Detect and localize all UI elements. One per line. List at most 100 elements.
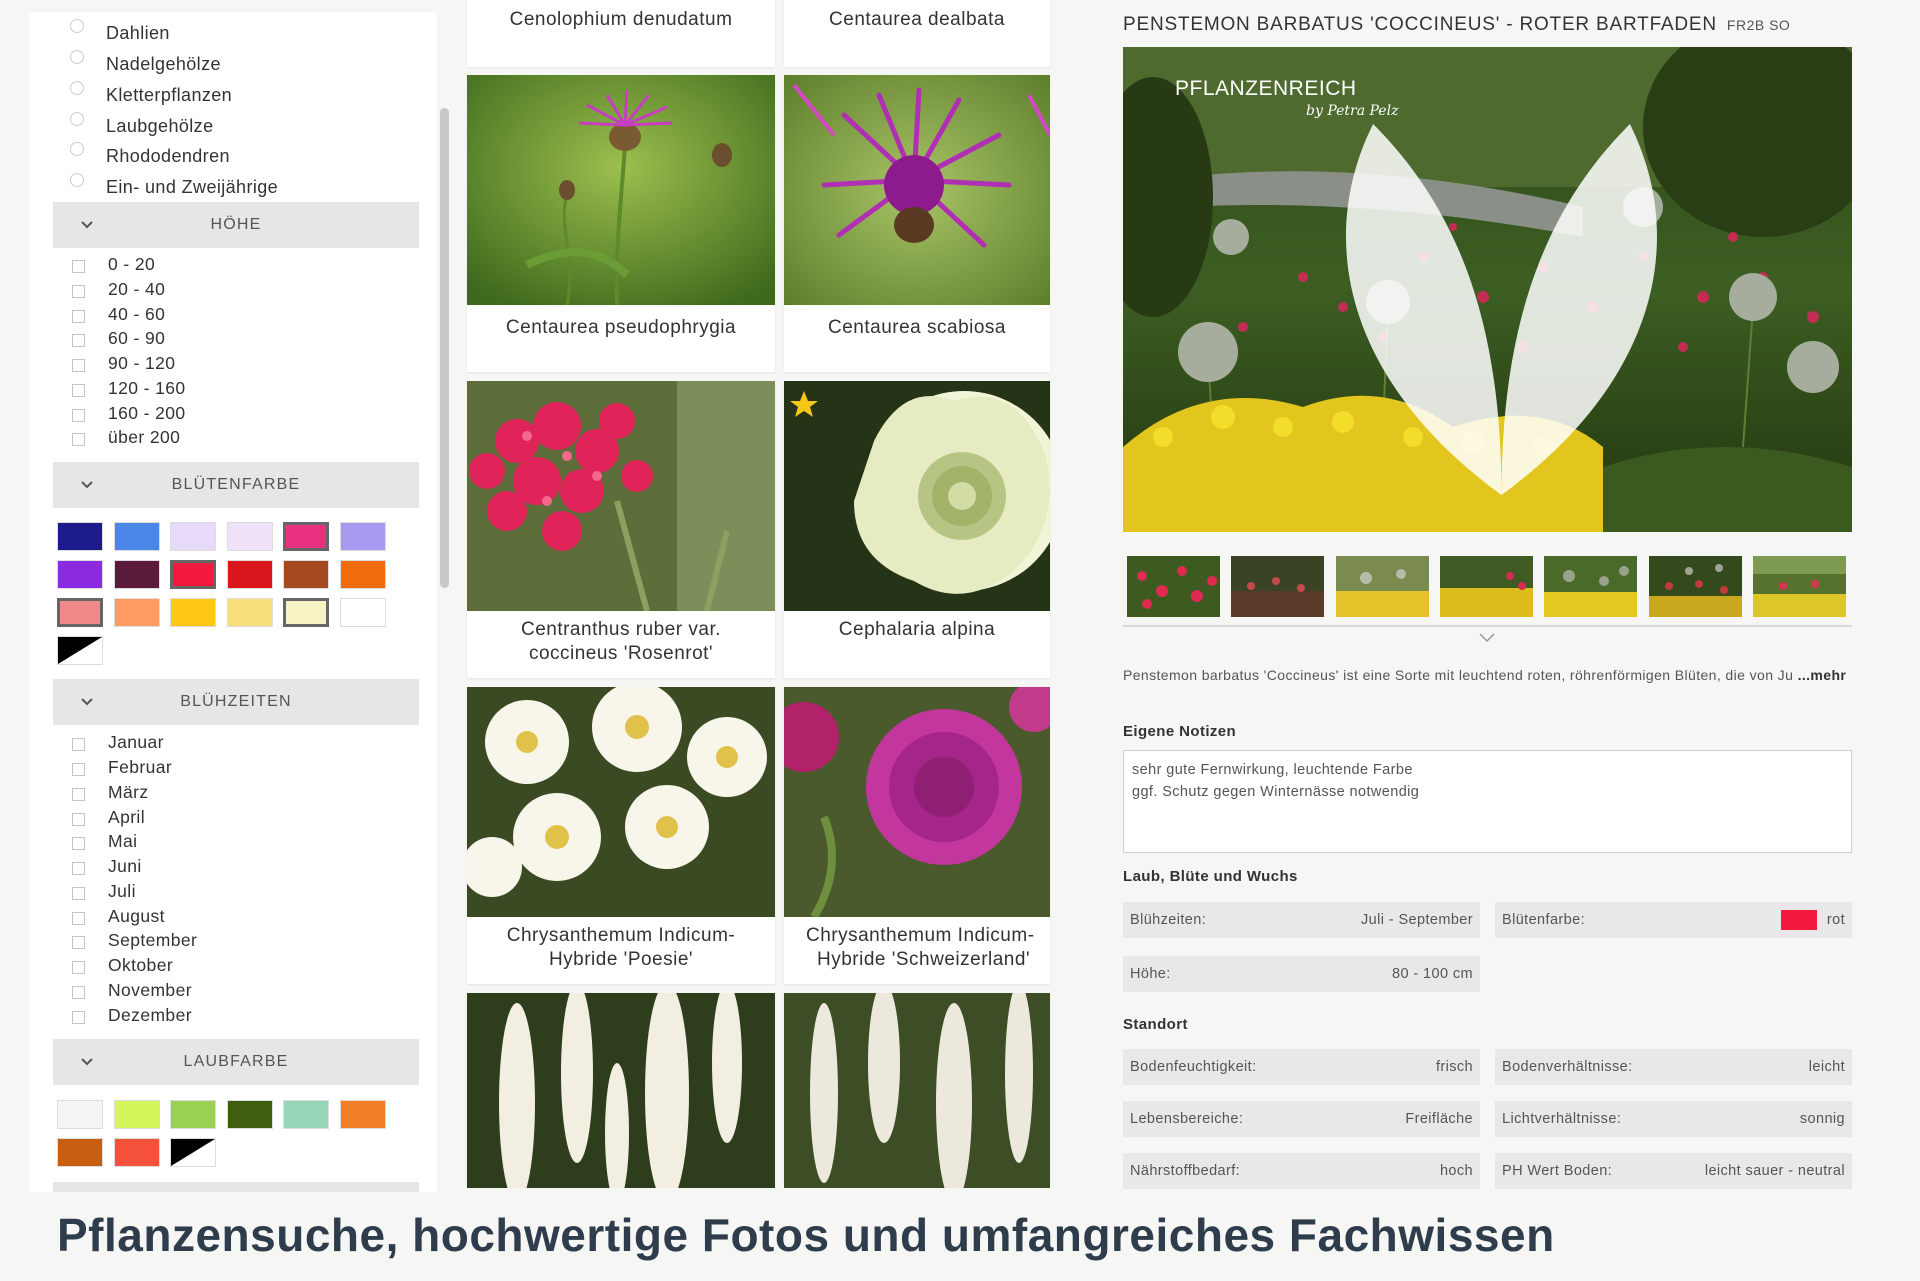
bloom-color-swatch[interactable] — [113, 522, 160, 551]
checkbox[interactable] — [72, 763, 85, 776]
bloom-color-swatch[interactable] — [170, 598, 216, 627]
month-option[interactable]: Februar — [72, 755, 172, 780]
checkbox[interactable] — [72, 961, 85, 974]
checkbox[interactable] — [72, 738, 85, 751]
month-option[interactable]: Januar — [72, 730, 164, 755]
height-option[interactable]: 60 - 90 — [72, 326, 165, 351]
checkbox[interactable] — [72, 837, 85, 850]
photo-thumbnail[interactable] — [1127, 556, 1220, 617]
plant-card[interactable]: Cenolophium denudatum — [467, 0, 775, 67]
swatch-black-white[interactable] — [170, 1138, 216, 1167]
height-option[interactable]: 120 - 160 — [72, 376, 186, 401]
plant-card[interactable]: Chrysanthemum Indicum- Hybride 'Poesie' — [467, 687, 775, 984]
checkbox[interactable] — [72, 285, 85, 298]
photo-thumbnail[interactable] — [1440, 556, 1533, 617]
checkbox[interactable] — [72, 433, 85, 446]
filter-option-dahlien[interactable]: Dahlien — [70, 18, 170, 48]
checkbox[interactable] — [72, 862, 85, 875]
chevron-down-icon[interactable] — [1478, 631, 1496, 645]
height-option[interactable]: 160 - 200 — [72, 401, 186, 426]
checkbox[interactable] — [72, 813, 85, 826]
filter-option-nadelgehoelze[interactable]: Nadelgehölze — [70, 49, 221, 79]
month-option[interactable]: Juni — [72, 854, 142, 879]
leaf-color-swatch[interactable] — [113, 1138, 160, 1167]
month-option[interactable]: Mai — [72, 829, 137, 854]
month-option[interactable]: Oktober — [72, 953, 173, 978]
radio-button[interactable] — [70, 112, 84, 126]
checkbox[interactable] — [72, 409, 85, 422]
month-option[interactable]: September — [72, 928, 197, 953]
checkbox[interactable] — [72, 936, 85, 949]
section-header-height[interactable]: HÖHE — [53, 202, 419, 248]
month-option[interactable]: November — [72, 978, 192, 1003]
month-option[interactable]: August — [72, 904, 165, 929]
leaf-color-swatch[interactable] — [113, 1100, 160, 1129]
photo-thumbnail[interactable] — [1753, 556, 1846, 617]
radio-button[interactable] — [70, 81, 84, 95]
bloom-color-swatch[interactable] — [57, 522, 103, 551]
photo-thumbnail[interactable] — [1544, 556, 1637, 617]
checkbox[interactable] — [72, 359, 85, 372]
radio-button[interactable] — [70, 173, 84, 187]
checkbox[interactable] — [72, 334, 85, 347]
photo-thumbnail[interactable] — [1649, 556, 1742, 617]
leaf-color-swatch[interactable] — [57, 1100, 103, 1129]
bloom-color-swatch[interactable] — [283, 560, 329, 589]
bloom-color-swatch[interactable] — [226, 560, 273, 589]
bloom-color-swatch[interactable] — [283, 598, 329, 627]
checkbox[interactable] — [72, 912, 85, 925]
height-option[interactable]: 90 - 120 — [72, 351, 175, 376]
plant-card[interactable]: Centaurea scabiosa — [784, 75, 1050, 372]
filter-option-einjaehrige[interactable]: Ein- und Zweijährige — [70, 172, 278, 202]
plant-hero-photo[interactable]: PFLANZENREICH by Petra Pelz — [1123, 47, 1852, 532]
bloom-color-swatch[interactable] — [113, 560, 160, 589]
leaf-color-swatch[interactable] — [339, 1100, 386, 1129]
month-option[interactable]: April — [72, 805, 145, 830]
sidebar-scrollbar[interactable] — [440, 108, 449, 588]
notes-textarea[interactable]: sehr gute Fernwirkung, leuchtende Farbe g… — [1123, 750, 1852, 853]
section-header-bloom-times[interactable]: BLÜHZEITEN — [53, 679, 419, 725]
checkbox[interactable] — [72, 788, 85, 801]
bloom-color-swatch[interactable] — [113, 598, 160, 627]
leaf-color-swatch[interactable] — [283, 1100, 329, 1129]
checkbox[interactable] — [72, 887, 85, 900]
month-option[interactable]: Juli — [72, 879, 136, 904]
bloom-color-swatch[interactable] — [57, 598, 103, 627]
plant-card[interactable]: Centranthus ruber var. coccineus 'Rosenro… — [467, 381, 775, 678]
filter-option-laubgehoelze[interactable]: Laubgehölze — [70, 111, 214, 141]
checkbox[interactable] — [72, 384, 85, 397]
radio-button[interactable] — [70, 50, 84, 64]
section-header-bloom-color[interactable]: BLÜTENFARBE — [53, 462, 419, 508]
leaf-color-swatch[interactable] — [170, 1100, 216, 1129]
radio-button[interactable] — [70, 19, 84, 33]
leaf-color-swatch[interactable] — [57, 1138, 103, 1167]
bloom-color-swatch[interactable] — [57, 560, 103, 589]
bloom-color-swatch[interactable] — [226, 522, 273, 551]
height-option[interactable]: 0 - 20 — [72, 252, 155, 277]
bloom-color-swatch[interactable] — [226, 598, 273, 627]
plant-card[interactable]: Centaurea pseudophrygia — [467, 75, 775, 372]
height-option[interactable]: über 200 — [72, 425, 180, 450]
checkbox[interactable] — [72, 260, 85, 273]
photo-thumbnail[interactable] — [1336, 556, 1429, 617]
month-option[interactable]: März — [72, 780, 149, 805]
more-link[interactable]: ...mehr — [1798, 667, 1847, 683]
photo-thumbnail[interactable] — [1231, 556, 1324, 617]
height-option[interactable]: 40 - 60 — [72, 302, 165, 327]
radio-button[interactable] — [70, 142, 84, 156]
checkbox[interactable] — [72, 986, 85, 999]
bloom-color-swatch[interactable] — [283, 522, 329, 551]
filter-option-kletterpflanzen[interactable]: Kletterpflanzen — [70, 80, 232, 110]
bloom-color-swatch[interactable] — [339, 560, 386, 589]
plant-card[interactable]: Centaurea dealbata — [784, 0, 1050, 67]
bloom-color-swatch[interactable] — [339, 598, 386, 627]
filter-option-rhododendren[interactable]: Rhododendren — [70, 141, 230, 171]
section-header-leaf-color[interactable]: LAUBFARBE — [53, 1039, 419, 1085]
plant-card[interactable] — [784, 993, 1050, 1188]
bloom-color-swatch[interactable] — [170, 560, 216, 589]
leaf-color-swatch[interactable] — [226, 1100, 273, 1129]
bloom-color-swatch[interactable] — [339, 522, 386, 551]
plant-card[interactable]: Cephalaria alpina — [784, 381, 1050, 678]
month-option[interactable]: Dezember — [72, 1003, 192, 1028]
checkbox[interactable] — [72, 1011, 85, 1024]
